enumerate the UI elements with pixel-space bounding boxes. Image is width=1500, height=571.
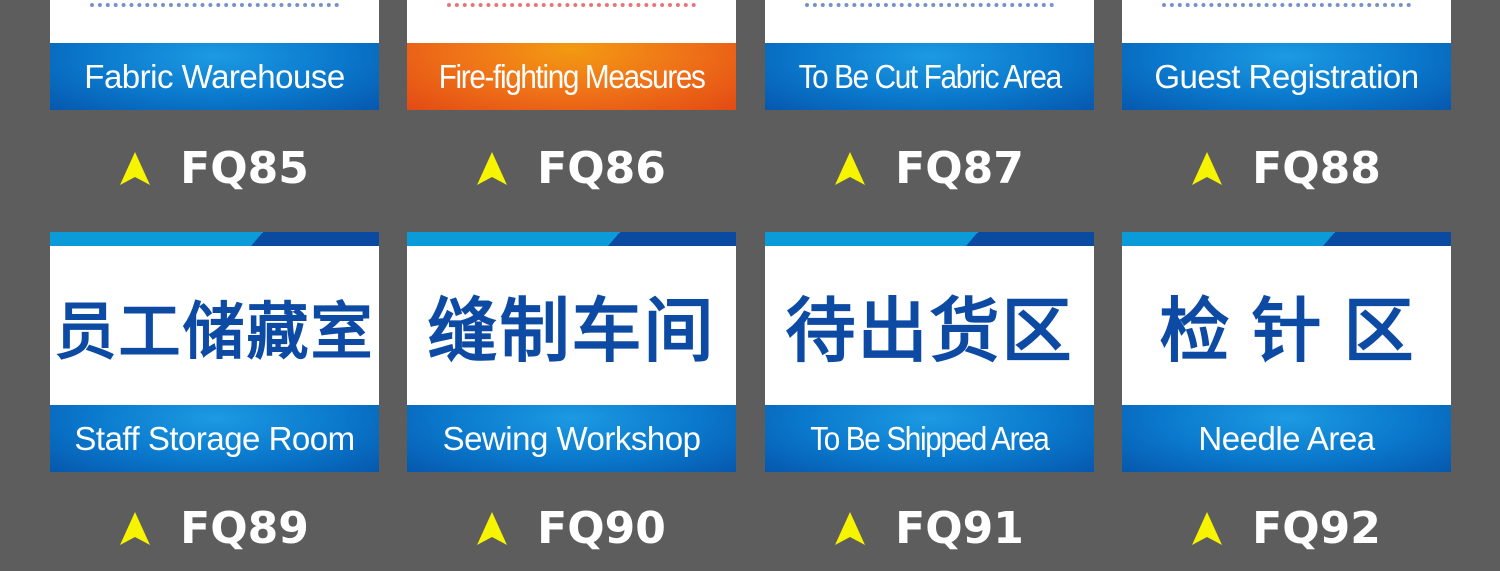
product-code: FQ92 bbox=[1122, 502, 1451, 554]
sign-top-stripe bbox=[765, 232, 1094, 248]
cropped-chinese-text bbox=[1162, 0, 1411, 7]
sign-needle-area: 检针区 Needle Area bbox=[1122, 232, 1451, 472]
yellow-arrow-up-icon bbox=[120, 511, 151, 545]
product-code: FQ90 bbox=[407, 502, 736, 554]
sign-sewing-workshop: 缝制车间 Sewing Workshop bbox=[407, 232, 736, 472]
sign-chinese-label: 缝制车间 bbox=[427, 290, 716, 372]
product-code-text: FQ91 bbox=[895, 502, 1024, 554]
sign-top-stripe bbox=[50, 232, 379, 248]
sign-white-panel: 待出货区 bbox=[765, 246, 1094, 405]
product-code: FQ91 bbox=[765, 502, 1094, 554]
yellow-arrow-up-icon bbox=[835, 151, 866, 185]
sign-to-be-shipped-area: 待出货区 To Be Shipped Area bbox=[765, 232, 1094, 472]
sign-english-label: Guest Registration bbox=[1154, 57, 1419, 95]
sign-chinese-label: 检针区 bbox=[1159, 290, 1436, 372]
sign-english-label: To Be Cut Fabric Area bbox=[798, 57, 1062, 95]
sign-english-label: Fire-fighting Measures bbox=[438, 57, 706, 95]
product-code-text: FQ87 bbox=[895, 142, 1024, 194]
sign-top-stripe bbox=[407, 232, 736, 248]
yellow-arrow-up-icon bbox=[477, 151, 508, 185]
sign-english-label: Sewing Workshop bbox=[442, 419, 701, 457]
sign-white-panel: 员工储藏室 bbox=[50, 246, 379, 405]
product-code-text: FQ90 bbox=[537, 502, 666, 554]
sign-white-panel: 缝制车间 bbox=[407, 246, 736, 405]
product-code-text: FQ86 bbox=[537, 142, 666, 194]
sign-english-label: Needle Area bbox=[1198, 419, 1375, 457]
sign-white-panel bbox=[50, 0, 379, 43]
sign-english-label: Fabric Warehouse bbox=[84, 57, 345, 95]
sign-white-panel bbox=[1122, 0, 1451, 43]
yellow-arrow-up-icon bbox=[835, 511, 866, 545]
yellow-arrow-up-icon bbox=[120, 151, 151, 185]
cropped-chinese-text bbox=[805, 0, 1054, 7]
sign-guest-registration: Guest Registration bbox=[1122, 0, 1451, 110]
sign-english-band: To Be Shipped Area bbox=[765, 405, 1094, 472]
cropped-chinese-text bbox=[447, 0, 696, 7]
sign-english-band: To Be Cut Fabric Area bbox=[765, 43, 1094, 110]
product-code-text: FQ89 bbox=[180, 502, 309, 554]
sign-english-label: To Be Shipped Area bbox=[810, 419, 1050, 457]
sign-english-band: Staff Storage Room bbox=[50, 405, 379, 472]
sign-fire-fighting-measures: Fire-fighting Measures bbox=[407, 0, 736, 110]
sign-staff-storage-room: 员工储藏室 Staff Storage Room bbox=[50, 232, 379, 472]
yellow-arrow-up-icon bbox=[477, 511, 508, 545]
sign-english-band: Fabric Warehouse bbox=[50, 43, 379, 110]
product-code: FQ86 bbox=[407, 142, 736, 194]
sign-to-be-cut-fabric-area: To Be Cut Fabric Area bbox=[765, 0, 1094, 110]
product-code-text: FQ88 bbox=[1252, 142, 1381, 194]
sign-white-panel bbox=[765, 0, 1094, 43]
product-code: FQ85 bbox=[50, 142, 379, 194]
product-code-text: FQ92 bbox=[1252, 502, 1381, 554]
sign-chinese-label: 员工储藏室 bbox=[54, 294, 375, 368]
sign-english-band: Sewing Workshop bbox=[407, 405, 736, 472]
product-code: FQ88 bbox=[1122, 142, 1451, 194]
product-code: FQ89 bbox=[50, 502, 379, 554]
yellow-arrow-up-icon bbox=[1192, 151, 1223, 185]
sign-english-band: Guest Registration bbox=[1122, 43, 1451, 110]
sign-english-band: Fire-fighting Measures bbox=[407, 43, 736, 110]
product-code: FQ87 bbox=[765, 142, 1094, 194]
sign-chinese-label: 待出货区 bbox=[785, 290, 1074, 372]
yellow-arrow-up-icon bbox=[1192, 511, 1223, 545]
sign-white-panel bbox=[407, 0, 736, 43]
product-code-text: FQ85 bbox=[180, 142, 309, 194]
sign-top-stripe bbox=[1122, 232, 1451, 248]
cropped-chinese-text bbox=[90, 0, 339, 7]
sign-fabric-warehouse: Fabric Warehouse bbox=[50, 0, 379, 110]
sign-english-band: Needle Area bbox=[1122, 405, 1451, 472]
sign-english-label: Staff Storage Room bbox=[74, 419, 355, 457]
sign-white-panel: 检针区 bbox=[1122, 246, 1451, 405]
